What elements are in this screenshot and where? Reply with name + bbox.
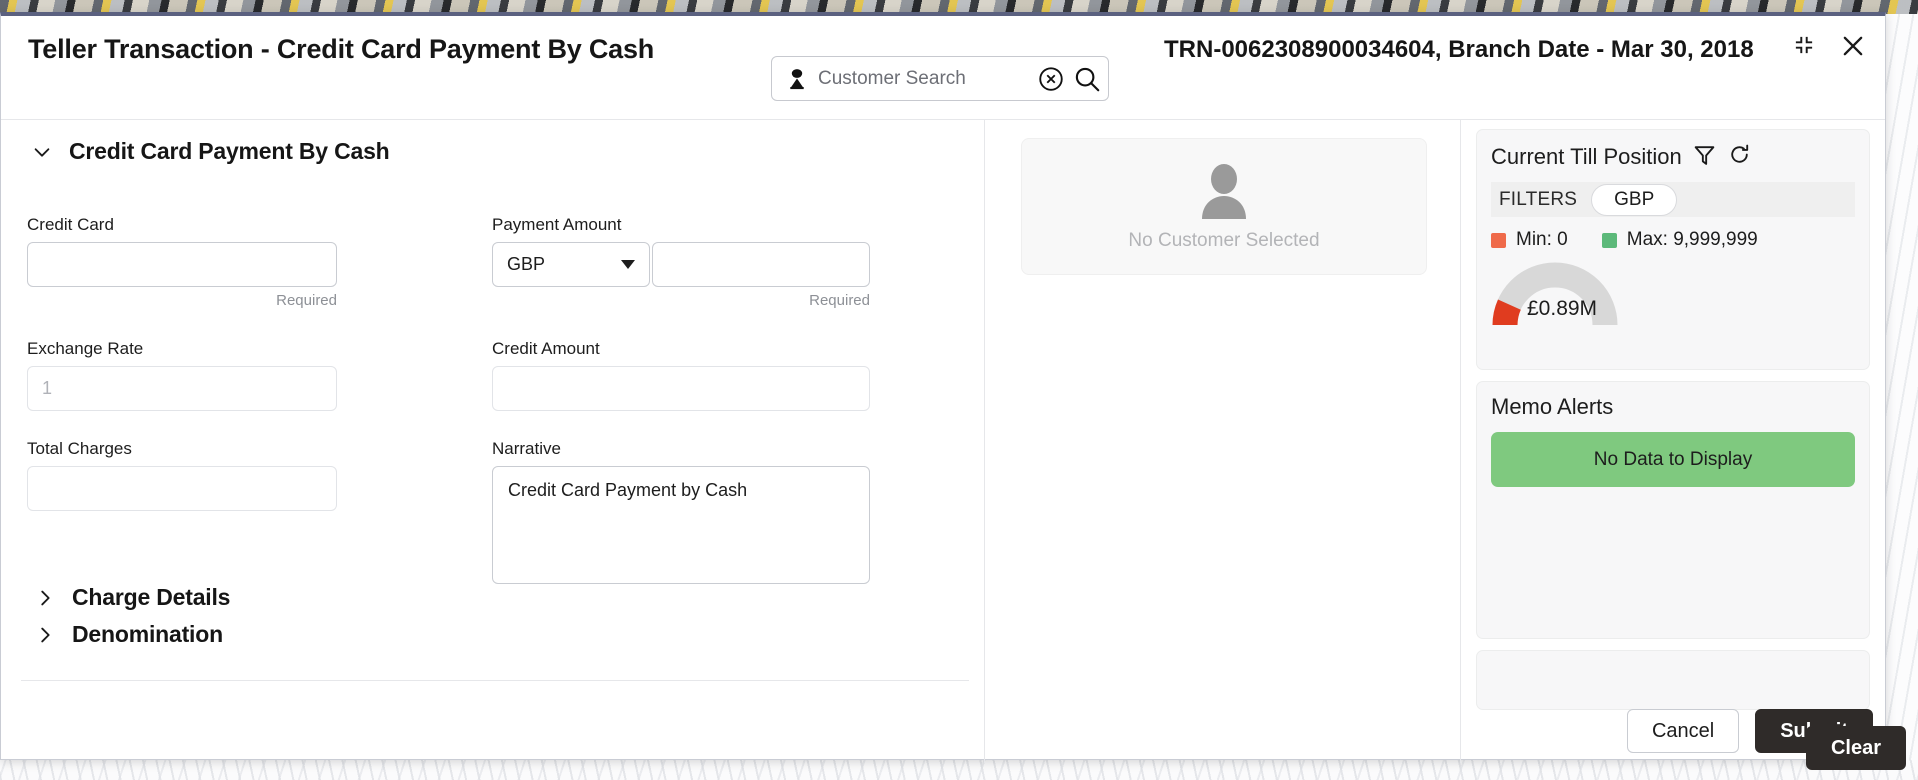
- filter-funnel-icon[interactable]: [1692, 142, 1717, 172]
- credit-amount-label: Credit Amount: [492, 340, 870, 357]
- exchange-rate-input[interactable]: 1: [27, 366, 337, 411]
- customer-card[interactable]: No Customer Selected: [1021, 138, 1427, 275]
- search-placeholder-text: Customer Search: [818, 68, 1036, 90]
- legend-swatch-min: [1491, 233, 1506, 248]
- modal-body: Credit Card Payment By Cash Credit Card …: [1, 120, 1885, 763]
- legend-swatch-max: [1602, 233, 1617, 248]
- clear-button[interactable]: Clear: [1806, 726, 1906, 770]
- credit-amount-input[interactable]: [492, 366, 870, 411]
- clear-circle-icon[interactable]: [1036, 64, 1066, 94]
- caret-down-icon: [621, 260, 635, 269]
- field-narrative: Narrative Credit Card Payment by Cash: [492, 440, 870, 584]
- till-legend: Min: 0 Max: 9,999,999: [1491, 229, 1855, 251]
- cancel-button[interactable]: Cancel: [1627, 709, 1739, 753]
- payment-amount-required-note: Required: [492, 292, 870, 309]
- page-title: Teller Transaction - Credit Card Payment…: [28, 32, 708, 68]
- modal-header: Teller Transaction - Credit Card Payment…: [1, 16, 1885, 120]
- narrative-label: Narrative: [492, 440, 870, 457]
- payment-amount-input[interactable]: [652, 242, 870, 287]
- field-payment-amount: Payment Amount GBP Required: [492, 216, 870, 309]
- chevron-right-icon: [34, 587, 56, 609]
- accordion-title: Credit Card Payment By Cash: [69, 138, 390, 165]
- chevron-right-icon: [34, 624, 56, 646]
- credit-card-input[interactable]: [27, 242, 337, 287]
- memo-alerts-card: Memo Alerts No Data to Display: [1476, 381, 1870, 639]
- chevron-down-icon: [31, 141, 53, 163]
- refresh-icon[interactable]: [1727, 142, 1752, 172]
- credit-card-required-note: Required: [27, 292, 337, 309]
- current-till-position-card: Current Till Position FILTERS: [1476, 129, 1870, 370]
- field-exchange-rate: Exchange Rate 1: [27, 340, 337, 411]
- till-filters-bar: FILTERS GBP: [1491, 182, 1855, 217]
- field-credit-card: Credit Card Required: [27, 216, 337, 309]
- till-currency-filter-gbp[interactable]: GBP: [1591, 184, 1677, 216]
- narrative-textarea[interactable]: Credit Card Payment by Cash: [492, 466, 870, 584]
- till-gauge-chart: £0.89M: [1491, 257, 1855, 335]
- narrative-value: Credit Card Payment by Cash: [508, 480, 747, 500]
- customer-search-input[interactable]: Customer Search: [771, 56, 1109, 101]
- accordion-credit-card-payment[interactable]: Credit Card Payment By Cash: [31, 138, 390, 165]
- memo-no-data-text: No Data to Display: [1594, 449, 1752, 471]
- widgets-column: Current Till Position FILTERS: [1462, 120, 1886, 763]
- person-avatar-icon: [1192, 161, 1256, 226]
- filters-label: FILTERS: [1499, 189, 1577, 211]
- payment-currency-value: GBP: [507, 254, 545, 275]
- legend-label-max: Max: 9,999,999: [1627, 229, 1758, 251]
- collapse-icon[interactable]: [1791, 32, 1817, 63]
- gauge-value-label: £0.89M: [1527, 297, 1597, 321]
- memo-no-data-banner: No Data to Display: [1491, 432, 1855, 487]
- form-divider: [21, 680, 969, 681]
- window-controls: [1791, 32, 1867, 65]
- field-total-charges: Total Charges: [27, 440, 337, 511]
- transaction-modal: Teller Transaction - Credit Card Payment…: [0, 12, 1886, 760]
- collapsed-sections: Charge Details Denomination: [34, 584, 230, 658]
- exchange-rate-placeholder: 1: [42, 378, 52, 399]
- denomination-label: Denomination: [72, 621, 223, 648]
- legend-label-min: Min: 0: [1516, 229, 1568, 251]
- till-title-row: Current Till Position: [1491, 142, 1855, 172]
- accordion-charge-details[interactable]: Charge Details: [34, 584, 230, 611]
- transaction-reference: TRN-0062308900034604, Branch Date - Mar …: [1164, 34, 1779, 66]
- charge-details-label: Charge Details: [72, 584, 230, 611]
- background-pattern-right: [1884, 14, 1918, 760]
- form-column: Credit Card Payment By Cash Credit Card …: [1, 120, 984, 763]
- payment-currency-select[interactable]: GBP: [492, 242, 650, 287]
- payment-amount-label: Payment Amount: [492, 216, 870, 233]
- magnifier-icon[interactable]: [1072, 64, 1102, 94]
- widget-placeholder-card: [1476, 650, 1870, 710]
- person-icon: [784, 66, 810, 92]
- total-charges-label: Total Charges: [27, 440, 337, 457]
- customer-column: No Customer Selected: [984, 120, 1461, 763]
- no-customer-text: No Customer Selected: [1128, 230, 1319, 252]
- credit-card-label: Credit Card: [27, 216, 337, 233]
- memo-title-row: Memo Alerts: [1491, 394, 1855, 420]
- accordion-denomination[interactable]: Denomination: [34, 621, 230, 648]
- field-credit-amount: Credit Amount: [492, 340, 870, 411]
- close-icon[interactable]: [1839, 32, 1867, 65]
- memo-title: Memo Alerts: [1491, 394, 1613, 420]
- till-title: Current Till Position: [1491, 144, 1682, 170]
- exchange-rate-label: Exchange Rate: [27, 340, 337, 357]
- total-charges-input[interactable]: [27, 466, 337, 511]
